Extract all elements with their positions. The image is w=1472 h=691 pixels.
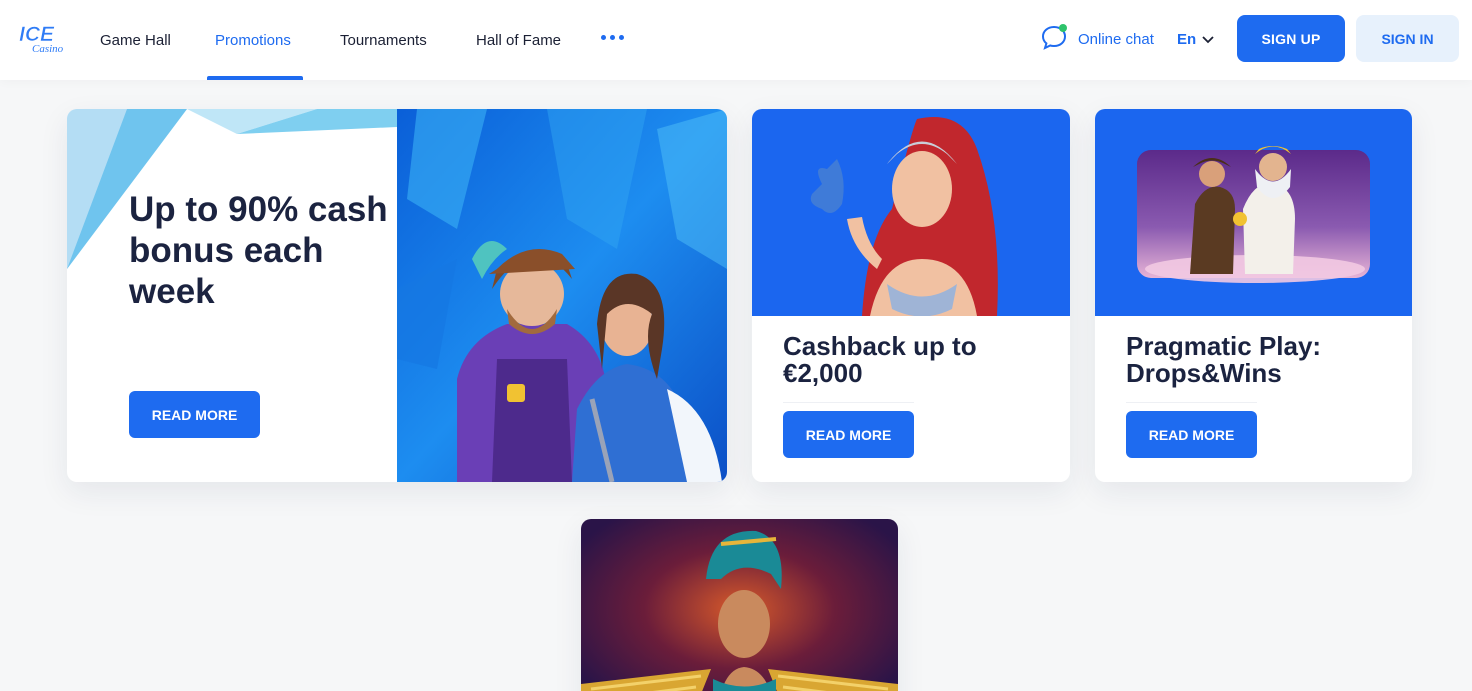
chat-label: Online chat — [1078, 30, 1154, 48]
read-more-button[interactable]: READ MORE — [783, 411, 914, 458]
promo-title: Up to 90% cash bonus each week — [129, 190, 388, 311]
promo-card-drops-wins[interactable]: Pragmatic Play: Drops&Wins READ MORE — [1095, 109, 1412, 482]
nav-tournaments[interactable]: Tournaments — [340, 0, 427, 80]
pirates-illustration — [397, 109, 727, 482]
read-more-button[interactable]: READ MORE — [129, 391, 260, 438]
nav-hall-of-fame[interactable]: Hall of Fame — [476, 0, 561, 80]
divider — [1126, 402, 1257, 403]
promo-card-egypt[interactable] — [581, 519, 898, 691]
read-more-button[interactable]: READ MORE — [1126, 411, 1257, 458]
nav-game-hall[interactable]: Game Hall — [100, 0, 171, 80]
divider — [783, 402, 914, 403]
promo-title: Cashback up to €2,000 — [783, 331, 977, 388]
sign-up-button[interactable]: SIGN UP — [1237, 15, 1345, 62]
ice-casino-logo[interactable]: ICE Casino — [18, 22, 68, 55]
more-dots-icon[interactable] — [601, 35, 624, 40]
online-chat-button[interactable]: Online chat — [1040, 24, 1154, 54]
promo-card-cash-bonus[interactable]: Up to 90% cash bonus each week READ MORE — [67, 109, 727, 482]
language-selector[interactable]: En — [1177, 24, 1214, 54]
chevron-down-icon — [1202, 31, 1214, 48]
promo-title: Pragmatic Play: Drops&Wins — [1126, 331, 1322, 388]
top-header: ICE Casino Game Hall Promotions Tourname… — [0, 0, 1472, 80]
promo-card-cashback[interactable]: Cashback up to €2,000 READ MORE — [752, 109, 1070, 482]
egyptian-queen-illustration — [581, 519, 898, 691]
logo-sub: Casino — [32, 43, 64, 54]
pragmatic-play-illustration — [1095, 109, 1412, 316]
chat-bubble-icon — [1040, 23, 1068, 55]
nav-promotions[interactable]: Promotions — [215, 0, 291, 80]
sign-in-button[interactable]: SIGN IN — [1356, 15, 1459, 62]
warrior-woman-illustration — [752, 109, 1070, 316]
language-label: En — [1177, 30, 1197, 48]
active-tab-indicator — [207, 76, 303, 80]
